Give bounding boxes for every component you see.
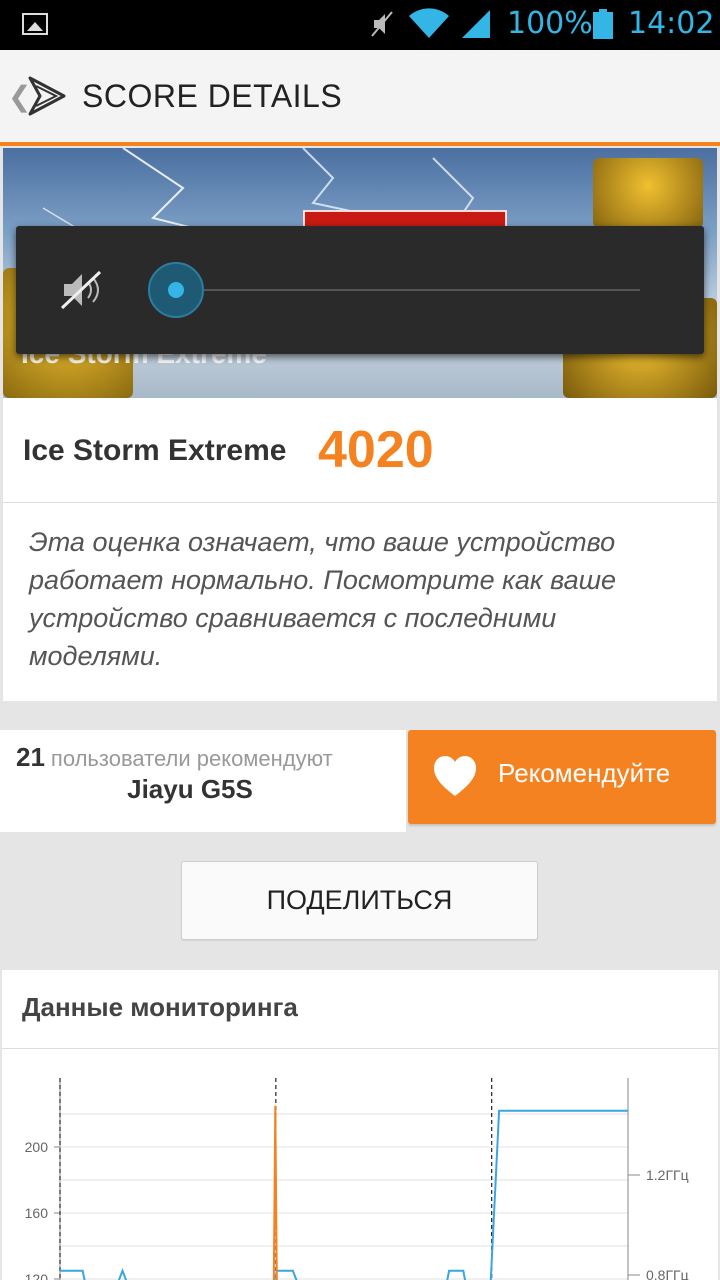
volume-panel[interactable]: [16, 226, 704, 354]
volume-slider-thumb[interactable]: [148, 262, 204, 318]
right-tick-label: 0.8ГГц: [646, 1267, 689, 1280]
recommend-button-label: Рекомендуйте: [498, 758, 671, 788]
test-name: Ice Storm Extreme: [23, 434, 287, 467]
recommend-button[interactable]: Рекомендуйте: [408, 730, 716, 824]
score-card: Ice Storm Extreme 4020: [3, 398, 717, 503]
score-description: Эта оценка означает, что ваше устройство…: [29, 527, 617, 671]
signal-icon: [462, 10, 490, 38]
volume-slider-track[interactable]: [192, 289, 640, 291]
recommend-count: 21: [16, 742, 45, 772]
mute-icon: [371, 11, 393, 37]
banner-robot-top-right: [593, 158, 703, 228]
status-bar: 100% 14:02: [0, 0, 720, 50]
battery-percent: 100%: [507, 6, 593, 41]
series-line-1: [272, 1105, 278, 1280]
recommend-text: пользователи рекомендуют: [50, 746, 333, 771]
score-value: 4020: [318, 421, 434, 479]
battery-icon: [593, 9, 613, 39]
wifi-icon: [409, 8, 449, 38]
monitoring-chart: 200 160 120 1.2ГГц 0.8ГГц: [25, 1078, 689, 1280]
monitoring-card: Данные мониторинга 200 160 120 1.2ГГц 0.8ГГц: [2, 970, 718, 1280]
right-tick-label: 1.2ГГц: [646, 1167, 689, 1183]
gallery-icon: [22, 13, 48, 35]
recommend-count-line: 21 пользователи рекомендуют: [16, 742, 333, 773]
share-button[interactable]: ПОДЕЛИТЬСЯ: [181, 861, 538, 940]
left-tick-label: 120: [25, 1271, 49, 1280]
app-logo-icon[interactable]: [26, 72, 68, 118]
page-title: SCORE DETAILS: [82, 78, 343, 114]
recommend-info: 21 пользователи рекомендуют Jiayu G5S: [0, 730, 406, 832]
clock: 14:02: [628, 6, 715, 41]
left-tick-label: 160: [25, 1205, 49, 1221]
description-card: Эта оценка означает, что ваше устройство…: [3, 503, 717, 701]
heart-icon: [434, 756, 476, 796]
volume-muted-icon[interactable]: [60, 270, 104, 310]
device-name: Jiayu G5S: [127, 774, 253, 804]
action-bar: ❮ SCORE DETAILS: [0, 50, 720, 146]
left-tick-label: 200: [25, 1139, 49, 1155]
series-line-0: [60, 1109, 628, 1280]
